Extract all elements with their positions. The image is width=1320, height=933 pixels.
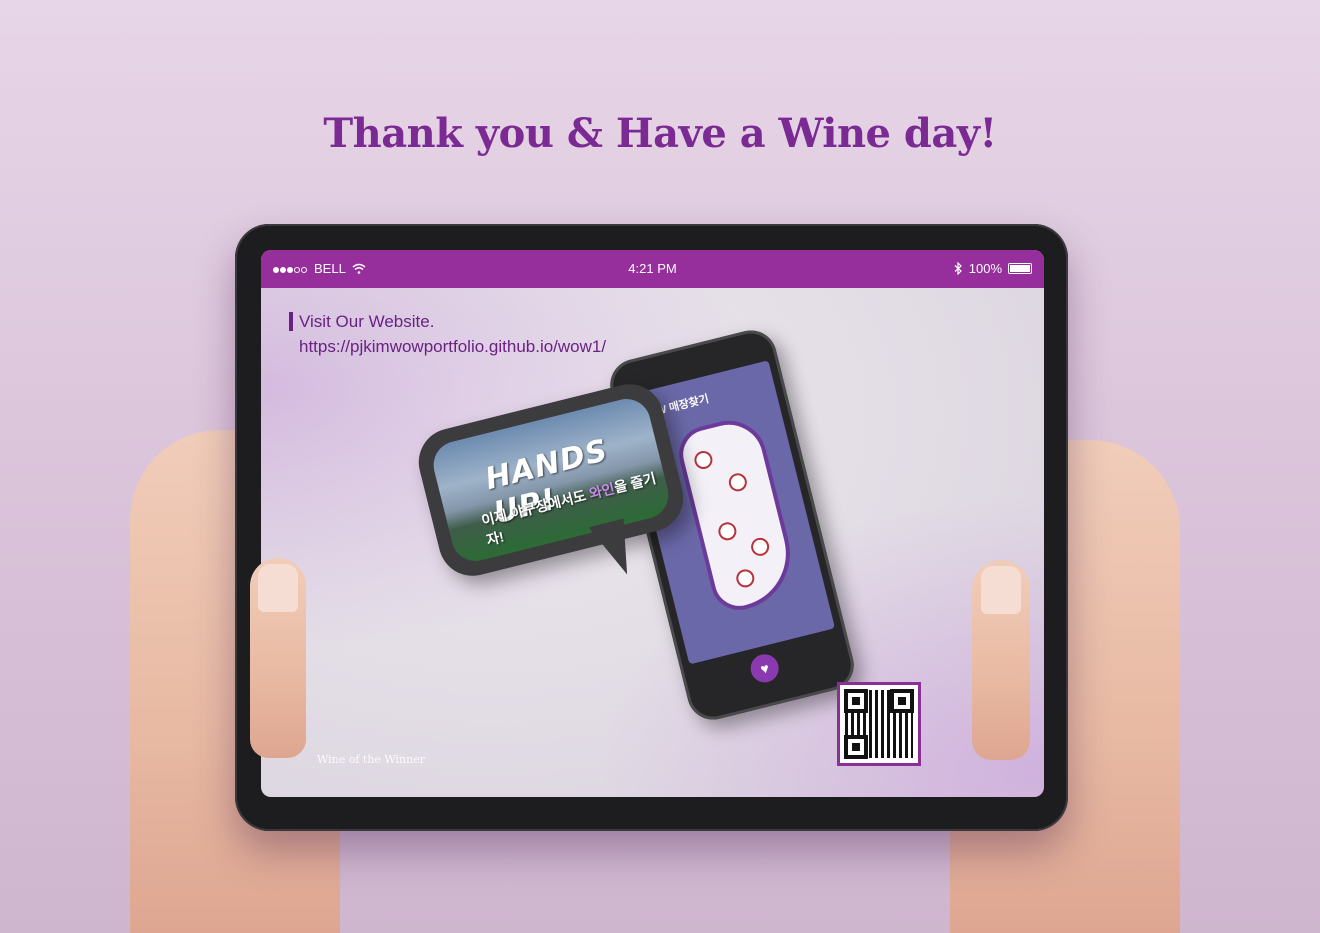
battery-label: 100% [968,261,1002,276]
qr-finder [890,689,914,713]
left-thumb [250,558,306,758]
stadium-marker [734,567,757,590]
status-bar: BELL 4:21 PM 100% [261,250,1044,288]
battery-icon [1008,263,1032,274]
stadium-marker [726,471,749,494]
stadium-marker [692,449,715,471]
stadium-marker [716,520,739,543]
qr-finder [844,689,868,713]
status-time: 4:21 PM [628,261,677,276]
right-thumb [972,560,1030,760]
bluetooth-icon [954,262,962,275]
brand-footer: Wine of the Winner [317,753,425,766]
tablet-device: BELL 4:21 PM 100% Visit Our Website. htt… [235,224,1068,831]
page-headline: Thank you & Have a Wine day! [323,110,997,157]
qr-code-icon[interactable] [837,682,921,766]
qr-finder [844,735,868,759]
korea-map [673,412,803,616]
heart-hand-icon[interactable]: ♥ [747,651,782,686]
tablet-screen: BELL 4:21 PM 100% Visit Our Website. htt… [261,250,1044,797]
website-link[interactable]: https://pjkimwowportfolio.github.io/wow1… [299,337,606,357]
visit-label: Visit Our Website. [289,312,434,331]
stadium-marker [749,535,772,558]
